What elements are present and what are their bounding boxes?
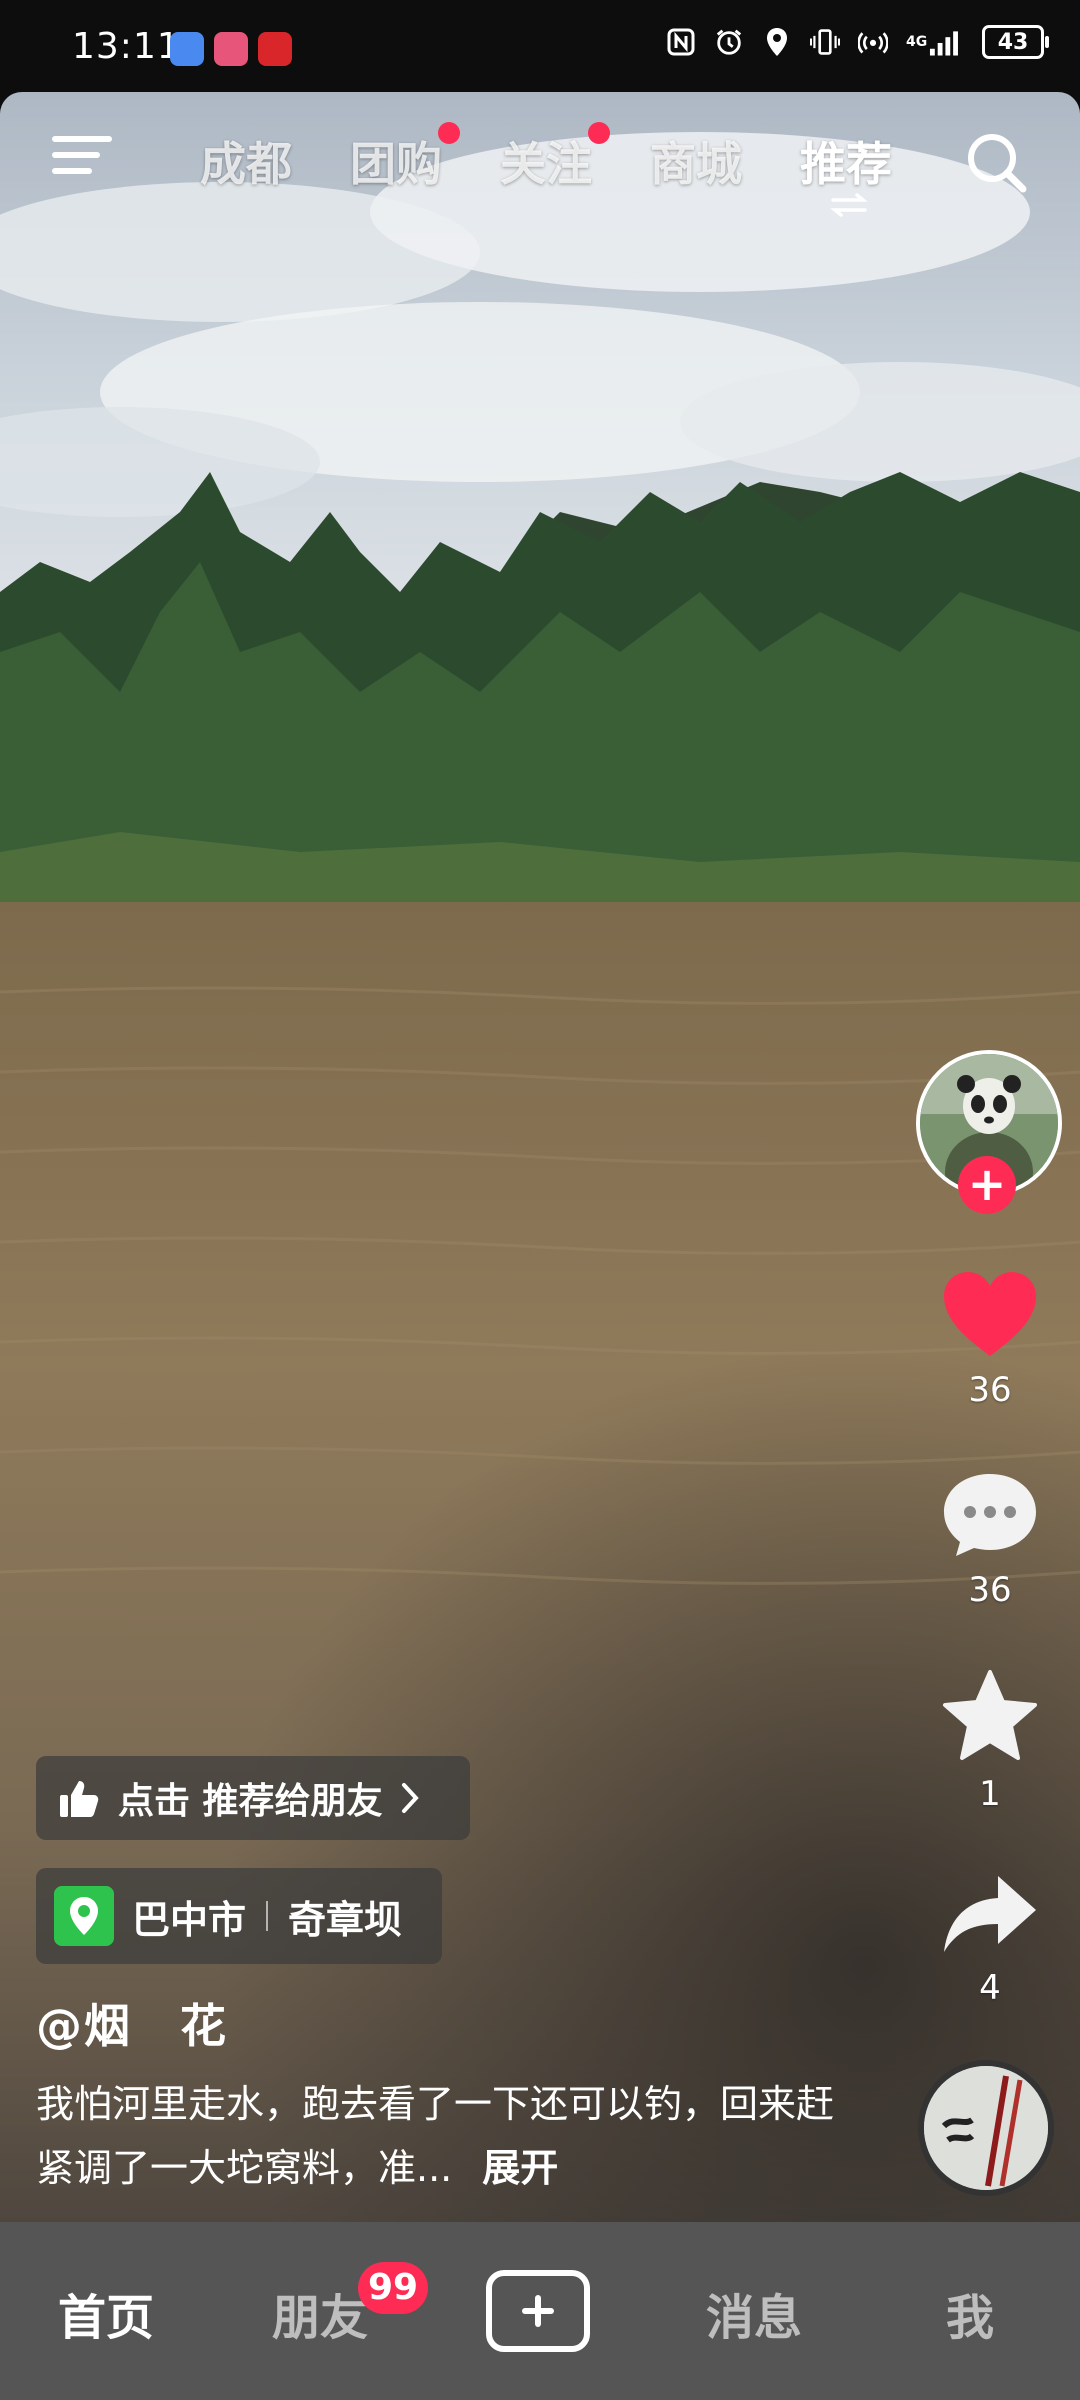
description-text: 我怕河里走水，跑去看了一下还可以钓，回来赶紧调了一大坨窝料，准... — [36, 2082, 835, 2190]
favorite-button[interactable]: 1 — [930, 1668, 1050, 1814]
tab-group-buy[interactable]: 团购 — [350, 122, 460, 194]
tab-chengdu[interactable]: 成都 — [200, 128, 292, 194]
comment-button[interactable]: 36 — [930, 1468, 1050, 1610]
expand-button[interactable]: 展开 — [482, 2146, 558, 2190]
author-name[interactable]: @烟 花 — [36, 1990, 228, 2056]
thumbs-up-icon — [60, 1781, 99, 1817]
location-city: 巴中市 — [132, 1897, 247, 1942]
share-button[interactable]: 4 — [930, 1870, 1050, 2008]
hotspot-icon — [858, 24, 888, 60]
location-tag[interactable]: 巴中市 奇章坝 — [36, 1868, 442, 1964]
nav-friends[interactable]: 朋友 — [272, 2278, 368, 2348]
recommend-to-friends-button[interactable]: 点击 推荐给朋友 — [36, 1756, 470, 1840]
app-notification-icon-1 — [170, 32, 204, 66]
app-notification-icon-3 — [258, 32, 292, 66]
notification-dot — [588, 122, 610, 144]
follow-button[interactable]: + — [958, 1156, 1016, 1214]
comment-icon — [944, 1474, 1036, 1556]
nav-home[interactable]: 首页 — [58, 2278, 154, 2348]
bottom-navigation: 首页 朋友 99 消息 我 — [0, 2222, 1080, 2400]
music-disc[interactable] — [918, 2060, 1054, 2196]
top-navigation: 成都 团购 关注 商城 推荐 — [0, 92, 1080, 222]
share-count: 4 — [979, 1968, 1001, 2008]
menu-icon[interactable] — [52, 132, 112, 182]
recommend-label: 点击 推荐给朋友 — [118, 1781, 383, 1822]
friends-badge: 99 — [358, 2262, 428, 2314]
create-post-button[interactable] — [486, 2270, 590, 2352]
nfc-icon — [666, 24, 696, 60]
share-icon — [944, 1876, 1036, 1952]
vibrate-icon — [810, 24, 840, 60]
heart-icon — [944, 1272, 1036, 1356]
location-icon — [762, 24, 792, 60]
chevron-right-icon — [401, 1783, 419, 1813]
tab-mall[interactable]: 商城 — [650, 128, 742, 194]
nav-messages[interactable]: 消息 — [706, 2278, 802, 2348]
swap-icon — [830, 193, 868, 217]
status-bar: 13:11 4G 43 — [0, 0, 1080, 92]
notification-dot — [438, 122, 460, 144]
signal-icon: 4G — [906, 24, 964, 60]
favorite-count: 1 — [979, 1774, 1001, 1814]
status-time: 13:11 — [72, 26, 181, 67]
comment-count: 36 — [968, 1570, 1012, 1610]
location-divider — [266, 1901, 269, 1931]
battery-icon: 43 — [982, 25, 1049, 59]
network-label: 4G — [906, 34, 928, 50]
video-description: 我怕河里走水，跑去看了一下还可以钓，回来赶紧调了一大坨窝料，准... 展开 — [36, 2072, 856, 2200]
search-icon[interactable] — [962, 128, 1032, 198]
battery-level: 43 — [997, 29, 1029, 55]
app-notification-icon-2 — [214, 32, 248, 66]
tab-following[interactable]: 关注 — [500, 122, 610, 194]
like-button[interactable]: 36 — [930, 1268, 1050, 1410]
status-icons: 4G 43 — [666, 24, 1049, 60]
alarm-icon — [714, 24, 744, 60]
star-icon — [943, 1670, 1037, 1760]
music-cover-icon — [924, 2066, 1048, 2190]
location-pin-icon — [54, 1886, 114, 1946]
nav-me[interactable]: 我 — [946, 2278, 994, 2348]
location-place: 奇章坝 — [288, 1897, 403, 1942]
like-count: 36 — [968, 1370, 1012, 1410]
tab-recommend[interactable]: 推荐 — [800, 128, 892, 194]
